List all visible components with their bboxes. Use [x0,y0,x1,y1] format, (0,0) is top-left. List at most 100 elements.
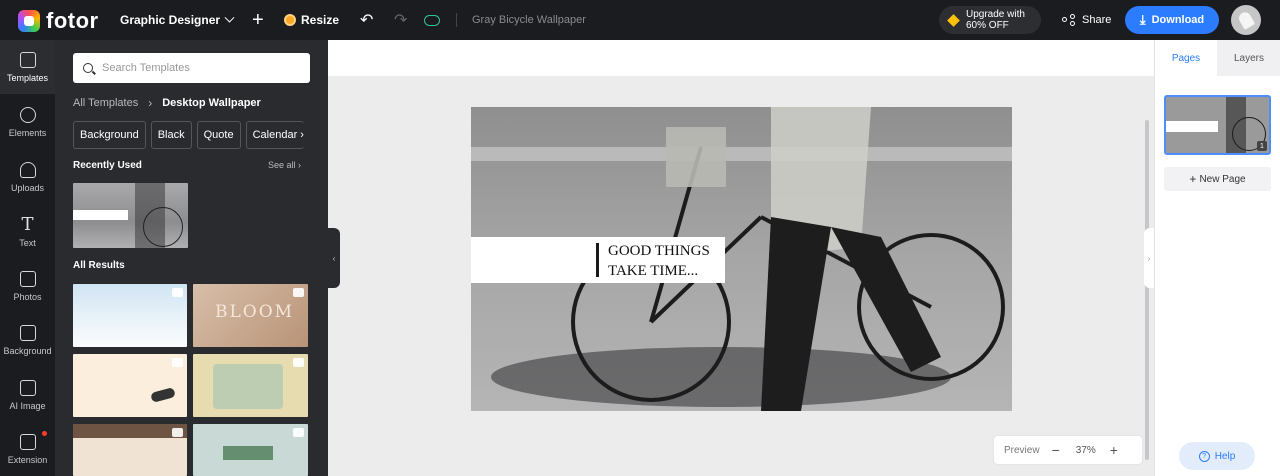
recent-template-thumbnail[interactable] [73,183,188,248]
chevron-right-icon: › [300,129,304,141]
see-all-link[interactable]: See all › [268,160,301,170]
nav-label: Extension [7,454,48,465]
chip-quote[interactable]: Quote [196,121,241,149]
zoom-in-button[interactable]: + [1110,442,1118,458]
design-page[interactable]: GOOD THINGS TAKE TIME... [471,107,1012,411]
template-thumbnail[interactable]: BLOOM [193,284,308,347]
preview-button[interactable]: Preview [1004,445,1040,456]
fotor-logo-icon [18,10,40,32]
text-icon: T [21,214,34,235]
chip-calendar[interactable]: Calendar › [245,121,304,149]
left-nav: Templates Elements Uploads T Text Photos… [0,40,55,476]
templates-panel: All Templates › Desktop Wallpaper Backgr… [55,40,328,476]
templates-icon [19,51,36,68]
background-icon [19,324,36,341]
chevron-right-icon: › [148,96,153,110]
nav-label: Photos [13,291,42,302]
favorite-icon [172,358,183,367]
top-bar: fotor Graphic Designer + Resize ↶ ↷ Gray… [0,0,1280,40]
breadcrumb-current: Desktop Wallpaper [162,97,261,109]
zoom-out-button[interactable]: − [1052,442,1060,458]
template-thumbnail[interactable] [73,354,187,417]
see-all-label: See all [268,160,296,170]
nav-extension[interactable]: Extension [0,422,55,476]
collapse-panel-button[interactable]: ‹ [328,228,340,288]
logo-text: fotor [46,8,99,33]
share-button[interactable]: Share [1062,0,1111,40]
nav-background[interactable]: Background [0,313,55,367]
nav-label: Background [3,345,52,356]
redo-icon: ↷ [394,12,408,29]
new-design-button[interactable]: + [252,0,264,40]
design-type-dropdown[interactable]: Graphic Designer [120,0,235,40]
upgrade-line2: 60% OFF [966,20,1009,31]
chevron-left-icon: ‹ [332,253,336,263]
breadcrumb-all-templates[interactable]: All Templates [73,97,138,109]
quote-box[interactable]: GOOD THINGS TAKE TIME... [471,237,725,283]
favorite-icon [172,288,183,297]
notification-badge [42,431,47,436]
nav-label: Text [19,238,36,248]
recently-used-title: Recently Used [73,160,142,171]
tab-pages[interactable]: Pages [1155,40,1217,76]
template-thumbnail[interactable] [73,424,187,476]
nav-templates[interactable]: Templates [0,40,55,94]
canvas-scrollbar[interactable] [1145,120,1149,460]
nav-label: AI Image [9,400,46,411]
zoom-bar: Preview − 37% + [994,436,1142,464]
redo-button[interactable]: ↷ [394,0,407,40]
share-icon [1062,14,1076,26]
document-title[interactable]: Gray Bicycle Wallpaper [472,0,586,40]
favorite-icon [293,358,304,367]
nav-uploads[interactable]: Uploads [0,150,55,204]
new-page-button[interactable]: + New Page [1164,167,1271,191]
help-button[interactable]: ? Help [1179,442,1255,470]
search-box[interactable] [73,53,310,83]
page-number: 1 [1257,141,1267,151]
avatar[interactable] [1231,5,1261,35]
tab-layers[interactable]: Layers [1217,40,1280,76]
resize-icon [284,14,296,26]
cloud-save-status[interactable] [424,0,440,40]
chevron-right-icon: › [298,160,302,170]
chip-background[interactable]: Background [73,121,146,149]
template-thumbnail[interactable] [73,284,187,347]
undo-button[interactable]: ↶ [360,0,373,40]
expand-right-panel-button[interactable]: › [1144,228,1154,288]
help-label: Help [1214,450,1236,462]
page-thumbnail[interactable]: 1 [1164,95,1271,155]
template-thumbnail[interactable] [193,424,308,476]
resize-button[interactable]: Resize [284,0,339,40]
upgrade-button[interactable]: Upgrade with 60% OFF [939,6,1041,34]
nav-ai-image[interactable]: AI Image [0,368,55,422]
plus-icon: + [1189,172,1197,186]
uploads-icon [19,161,36,178]
nav-photos[interactable]: Photos [0,259,55,313]
fotor-logo[interactable]: fotor [18,8,99,34]
help-icon: ? [1198,450,1210,462]
breadcrumb: All Templates › Desktop Wallpaper [73,96,261,110]
chevron-down-icon [224,12,235,23]
nav-text[interactable]: T Text [0,204,55,258]
ai-image-icon [19,379,36,396]
template-thumbnail[interactable] [193,354,308,417]
favorite-icon [172,428,183,437]
download-button[interactable]: ⤓ Download [1125,6,1219,34]
chip-black[interactable]: Black [150,121,192,149]
zoom-level[interactable]: 37% [1076,445,1096,456]
canvas-toolbar [328,40,1154,76]
category-chips: Background Black Quote Calendar › [73,121,304,149]
search-icon [83,63,93,73]
plus-icon: + [252,8,264,31]
nav-label: Elements [8,127,47,138]
favorite-icon [293,288,304,297]
nav-elements[interactable]: Elements [0,95,55,149]
search-input[interactable] [102,62,292,74]
share-label: Share [1082,14,1112,26]
resize-label: Resize [301,13,340,27]
quote-text[interactable]: GOOD THINGS TAKE TIME... [608,241,710,281]
divider [456,13,457,27]
extension-icon [19,433,36,450]
chip-calendar-label: Calendar [252,129,298,141]
all-results-title: All Results [73,260,125,271]
